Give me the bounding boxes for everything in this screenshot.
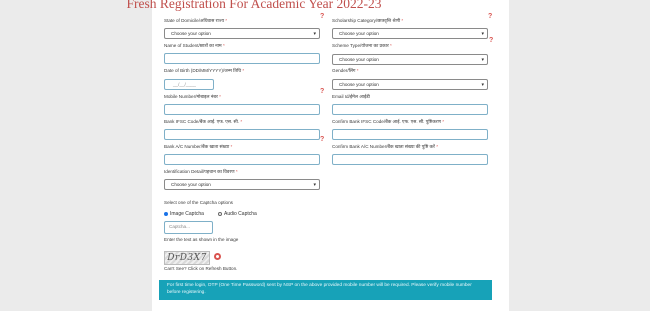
chevron-down-icon: ▾ [313, 182, 316, 188]
ifsc-label: Bank IFSC Code/बैंक आई. एफ. एस. सी. * [164, 119, 243, 124]
mobile-input[interactable] [164, 104, 320, 115]
dob-label: Date of Birth (DD/MM/YYYY)/जन्म तिथि * [164, 68, 245, 73]
name-label: Name of Student/छात्रों का नाम * [164, 43, 225, 48]
account-input[interactable] [164, 154, 320, 165]
dob-help-icon[interactable]: ? [320, 88, 324, 95]
captcha-options-label: Select one of the Captcha options [164, 200, 233, 205]
confirm-account-input[interactable] [332, 154, 488, 165]
scheme-label: Scheme Type/योजना का प्रकार * [332, 43, 392, 48]
captcha-instruction: Enter the text as shown in the image [164, 237, 239, 242]
chevron-down-icon: ▾ [481, 31, 484, 37]
page-title: Fresh Registration For Academic Year 202… [126, 0, 382, 11]
ifsc-help-icon[interactable]: ? [320, 136, 324, 143]
confirm-account-label: Confirm Bank A/C Number/बैंक खाता संख्या… [332, 144, 439, 149]
chevron-down-icon: ▾ [313, 31, 316, 37]
captcha-input[interactable]: Captcha... [164, 221, 213, 234]
dob-input[interactable]: __/__/____ [164, 79, 214, 90]
confirm-ifsc-input[interactable] [332, 129, 488, 140]
confirm-ifsc-label: Confirm Bank IFSC Code/बैंक आई. एफ. एस. … [332, 119, 445, 124]
account-label: Bank A/C Number/बैंक खाता संख्या * [164, 144, 233, 149]
mobile-label: Mobile Number/मोबाइल नंबर * [164, 94, 221, 99]
email-label: Email Id/ईमेल आईडी [332, 94, 370, 99]
radio-selected-icon [164, 211, 168, 216]
gender-label: Gender/लिंग * [332, 68, 359, 73]
refresh-hint: Can't See? Click on Refresh Button. [164, 266, 238, 271]
scholarship-help-icon[interactable]: ? [488, 13, 492, 20]
ifsc-input[interactable] [164, 129, 320, 140]
radio-empty-icon [218, 211, 222, 216]
scholarship-select[interactable]: Choose your option ▾ [332, 28, 488, 39]
state-label: State of Domicile/अधिवास राज्य * [164, 18, 228, 23]
chevron-down-icon: ▾ [481, 82, 484, 88]
scholarship-label: Scholarship Category/छात्रवृत्ति श्रेणी … [332, 18, 404, 23]
scholarship-help-icon-2[interactable]: ? [489, 37, 493, 44]
identification-label: Identification Detail/पहचान का विवरण * [164, 169, 238, 174]
state-help-icon[interactable]: ? [320, 13, 324, 20]
refresh-icon[interactable] [214, 253, 221, 260]
identification-select[interactable]: Choose your option ▾ [164, 179, 320, 190]
chevron-down-icon: ▾ [481, 57, 484, 63]
image-captcha-radio[interactable]: Image Captcha [164, 211, 204, 217]
audio-captcha-radio[interactable]: Audio Captcha [218, 211, 257, 217]
otp-notice: For first time login, OTP (One Time Pass… [159, 280, 492, 300]
email-input[interactable] [332, 104, 488, 115]
name-input[interactable] [164, 53, 320, 64]
state-select[interactable]: Choose your option ▾ [164, 28, 320, 39]
captcha-image: DrD3X7 [164, 251, 210, 265]
gender-select[interactable]: Choose your option ▾ [332, 79, 488, 90]
scheme-select[interactable]: Choose your option ▾ [332, 54, 488, 65]
